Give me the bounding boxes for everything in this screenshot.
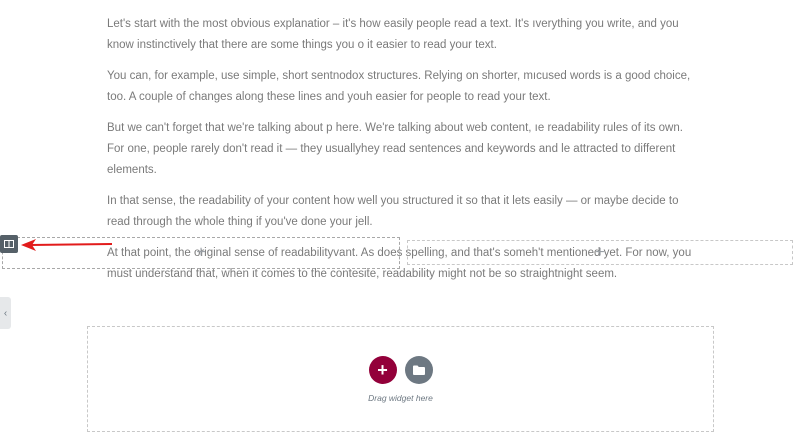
columns-icon bbox=[4, 240, 14, 248]
template-library-button[interactable] bbox=[404, 356, 433, 384]
chevron-left-icon: ‹ bbox=[3, 307, 8, 319]
dropzone-hint: Drag widget here bbox=[368, 393, 433, 403]
add-widget-plus-left[interactable]: + bbox=[196, 244, 205, 262]
column-right-empty[interactable]: + bbox=[407, 240, 793, 265]
paragraph-2: You can, for example, use simple, short … bbox=[107, 70, 691, 103]
add-widget-plus-right[interactable]: + bbox=[595, 244, 604, 262]
column-handle-icon[interactable] bbox=[0, 235, 18, 253]
plus-icon: + bbox=[377, 359, 388, 380]
arrow-left-icon bbox=[21, 239, 113, 251]
paragraph-1: Let's start with the most obvious explan… bbox=[107, 18, 679, 51]
add-section-dropzone[interactable]: + Drag widget here bbox=[87, 326, 714, 432]
paragraph-4: In that sense, the readability of your c… bbox=[107, 195, 679, 228]
panel-toggle-tab[interactable]: ‹ bbox=[0, 297, 11, 329]
folder-icon bbox=[412, 365, 425, 375]
paragraph-3: But we can't forget that we're talking a… bbox=[107, 122, 683, 176]
add-section-button[interactable]: + bbox=[368, 356, 397, 384]
